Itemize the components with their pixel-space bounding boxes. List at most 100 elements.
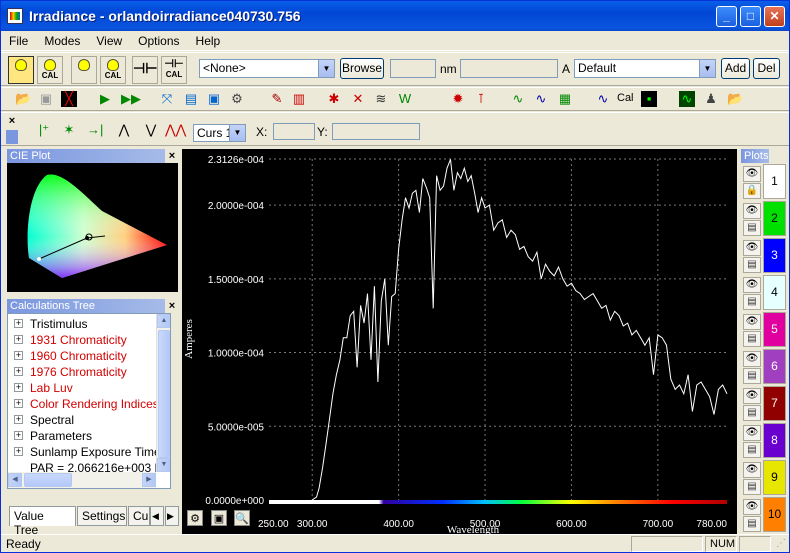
menu-modes[interactable]: Modes [36, 34, 88, 48]
tree-item[interactable]: + Sunlamp Exposure Time [8, 444, 161, 460]
close-icon[interactable]: × [6, 115, 18, 127]
visibility-eye-icon[interactable]: 👁 [743, 277, 761, 293]
visibility-eye-icon[interactable]: 👁 [743, 499, 761, 515]
spectra-icon[interactable]: ≋ [373, 91, 389, 107]
visibility-eye-icon[interactable]: 👁 [743, 314, 761, 330]
save-plot-icon[interactable]: ▣ [211, 510, 227, 526]
maximize-button[interactable]: □ [740, 6, 761, 27]
tree-item[interactable]: + Parameters [8, 428, 158, 444]
save-icon[interactable]: ▣ [38, 91, 54, 107]
expand-icon[interactable]: + [14, 383, 23, 392]
browse-button[interactable]: Browse [340, 58, 384, 79]
plot-number-button[interactable]: 8 [763, 423, 786, 458]
expand-icon[interactable]: + [14, 335, 23, 344]
tab-scroll-right-icon[interactable]: ▶ [165, 506, 179, 526]
scroll-thumb[interactable] [158, 330, 170, 458]
menu-file[interactable]: File [1, 34, 36, 48]
plot-number-button[interactable]: 7 [763, 386, 786, 421]
visibility-eye-icon[interactable]: 👁 [743, 166, 761, 182]
plot-number-button[interactable]: 5 [763, 312, 786, 347]
expand-icon[interactable]: + [14, 447, 23, 456]
tree-item[interactable]: + Spectral [8, 412, 158, 428]
visibility-eye-icon[interactable]: 👁 [743, 203, 761, 219]
plot-slot[interactable]: 👁 ▤ 9 [741, 460, 788, 497]
horizontal-scrollbar[interactable]: ◀ ▶ [8, 472, 156, 488]
vertical-scrollbar[interactable]: ▲ ▼ [156, 314, 170, 472]
chart-icon[interactable]: ▥ [291, 91, 307, 107]
valley-icon[interactable]: ⋁ [143, 122, 159, 138]
menu-options[interactable]: Options [130, 34, 187, 48]
clear-plot-icon[interactable]: ╳ [61, 91, 77, 107]
scroll-right-icon[interactable]: ▶ [142, 473, 156, 487]
open-folder-icon[interactable]: 📂 [15, 91, 31, 107]
irradiance-cal-mode-button[interactable]: CAL [37, 56, 63, 84]
tree-item[interactable]: +1976 Chromaticity [8, 364, 158, 380]
derivative-icon[interactable]: ∿ [510, 91, 526, 107]
visibility-eye-icon[interactable]: 👁 [743, 240, 761, 256]
plot-slot[interactable]: 👁 ▤ 10 [741, 497, 788, 534]
scroll-thumb[interactable] [24, 473, 72, 487]
play-icon[interactable]: ▶ [97, 91, 113, 107]
pen-icon[interactable]: ✎ [269, 91, 285, 107]
close-icon[interactable]: × [166, 150, 178, 162]
layer-icon[interactable]: ▤ [743, 220, 761, 236]
layer-icon[interactable]: ▤ [743, 405, 761, 421]
tree-item[interactable]: +1960 Chromaticity [8, 348, 158, 364]
cursor-select[interactable]: Curs 1 ▼ [193, 124, 246, 142]
plot-slot[interactable]: 👁 ▤ 7 [741, 386, 788, 423]
expand-icon[interactable]: + [14, 367, 23, 376]
plot-slot[interactable]: 👁 🔒 1 [741, 164, 788, 201]
scroll-up-icon[interactable]: ▲ [157, 314, 170, 328]
plot-slot[interactable]: 👁 ▤ 3 [741, 238, 788, 275]
layer-icon[interactable]: ▤ [743, 516, 761, 532]
expand-icon[interactable]: + [14, 399, 23, 408]
close-icon[interactable]: × [166, 300, 178, 312]
plot-number-button[interactable]: 10 [763, 497, 786, 532]
math-icon[interactable]: ▦ [557, 91, 573, 107]
export-icon[interactable]: ▣ [206, 91, 222, 107]
expand-icon[interactable]: + [14, 415, 23, 424]
plot-slot[interactable]: 👁 ▤ 5 [741, 312, 788, 349]
autoscale-icon[interactable]: ⚙ [187, 510, 203, 526]
cursor-icon[interactable]: ✶ [61, 122, 77, 138]
calibrate-wave-icon[interactable]: ∿ [595, 91, 611, 107]
visibility-eye-icon[interactable]: 👁 [743, 351, 761, 367]
plot-slot[interactable]: 👁 ▤ 4 [741, 275, 788, 312]
layer-icon[interactable]: ▤ [743, 368, 761, 384]
plot-number-button[interactable]: 4 [763, 275, 786, 310]
plot-slot[interactable]: 👁 ▤ 2 [741, 201, 788, 238]
layer-icon[interactable]: ▤ [743, 479, 761, 495]
scroll-down-icon[interactable]: ▼ [157, 458, 170, 472]
range-icon[interactable]: ⊺ [473, 91, 489, 107]
peak-find-icon[interactable]: ✱ [326, 91, 342, 107]
configure-icon[interactable]: ⚙ [229, 91, 245, 107]
tab-cursors[interactable]: Cu [128, 506, 150, 526]
layer-icon[interactable]: ▤ [743, 331, 761, 347]
scope-icon[interactable]: ∿ [679, 91, 695, 107]
lamp-icon[interactable]: ♟ [703, 91, 719, 107]
cal-label[interactable]: Cal [617, 92, 634, 104]
plot-slot[interactable]: 👁 ▤ 8 [741, 423, 788, 460]
dark-scan-icon[interactable]: ⤧ [159, 91, 175, 107]
tab-scroll-left-icon[interactable]: ◀ [150, 506, 164, 526]
radiance-cal-mode-button[interactable]: CAL [100, 56, 126, 84]
transmittance-cal-mode-button[interactable]: ⊣⊢ CAL [161, 56, 187, 84]
expand-icon[interactable]: + [14, 319, 23, 328]
tab-value-tree[interactable]: Value Tree [9, 506, 76, 537]
plot-number-button[interactable]: 1 [763, 164, 786, 199]
menu-help[interactable]: Help [188, 34, 229, 48]
peak-icon[interactable]: ⋀ [116, 122, 132, 138]
lock-icon[interactable]: 🔒 [743, 183, 761, 199]
remove-icon[interactable]: ✕ [350, 91, 366, 107]
layer-icon[interactable]: ▤ [743, 257, 761, 273]
visibility-eye-icon[interactable]: 👁 [743, 462, 761, 478]
plot-number-button[interactable]: 2 [763, 201, 786, 236]
add-button[interactable]: Add [721, 58, 750, 79]
title-bar[interactable]: Irradiance - orlandoirradiance040730.756… [1, 1, 789, 31]
tree-item[interactable]: + Tristimulus [8, 316, 158, 332]
layer-icon[interactable]: ▤ [743, 294, 761, 310]
profile-select[interactable]: Default ▼ [574, 59, 716, 78]
menu-view[interactable]: View [88, 34, 130, 48]
tree-item[interactable]: + Color Rendering Indices [8, 396, 159, 412]
transmittance-mode-button[interactable]: ⊣⊢ [132, 56, 158, 84]
